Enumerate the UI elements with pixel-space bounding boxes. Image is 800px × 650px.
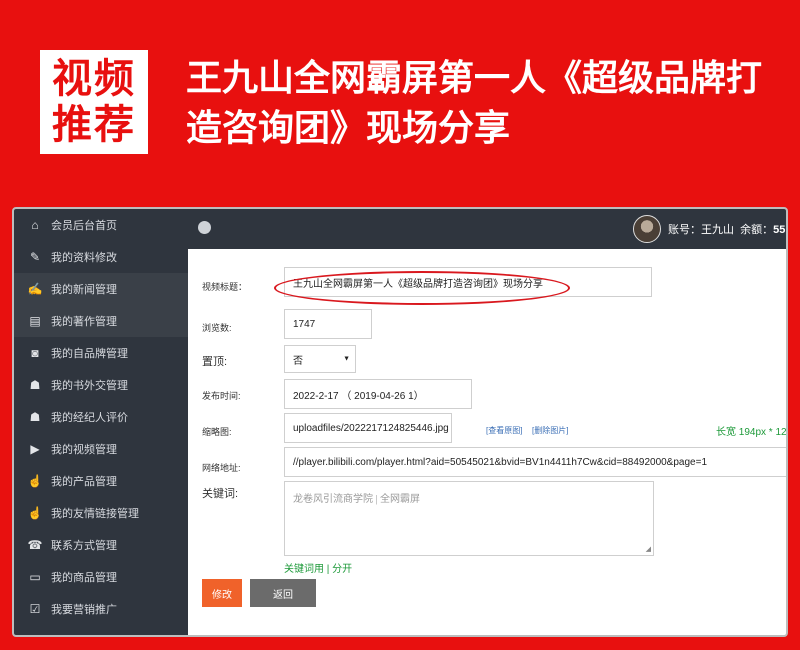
resize-handle-icon[interactable]: ◢	[646, 545, 651, 553]
handshake-icon: ☗	[29, 378, 41, 392]
url-label: 网络地址:	[202, 463, 241, 473]
sidebar-item-label: 我要营销推广	[51, 604, 117, 616]
delete-image-link[interactable]: [删除图片]	[532, 425, 568, 436]
account-label: 账号：	[668, 224, 701, 236]
news-icon: ✍	[27, 282, 43, 296]
keywords-textarea[interactable]: 龙卷风引流商学院 | 全网霸屏 ◢	[284, 481, 654, 556]
title-label: 视频标题：	[202, 282, 248, 292]
sidebar-item-books[interactable]: ▤ 我的著作管理	[14, 305, 188, 337]
view-image-link[interactable]: [查看原图]	[486, 425, 522, 436]
sidebar-item-label: 我的友情链接管理	[51, 508, 139, 520]
highlight-oval	[274, 271, 570, 305]
back-button[interactable]: 返回	[250, 579, 316, 607]
keywords-label: 关键词:	[202, 488, 239, 500]
sidebar-item-label: 我的资料修改	[51, 252, 117, 264]
sidebar-item-label: 联系方式管理	[51, 540, 117, 552]
chevron-down-icon: ▼	[343, 355, 350, 363]
home-icon: ⌂	[31, 218, 39, 232]
sidebar-item-news[interactable]: ✍ 我的新闻管理	[14, 273, 188, 305]
profile-edit-icon: ✎	[29, 250, 41, 264]
keywords-value: 龙卷风引流商学院 | 全网霸屏	[293, 494, 421, 505]
sidebar-item-label: 我的书外交管理	[51, 380, 128, 392]
top-bar: 账号：王九山 余额：55.00	[188, 209, 786, 249]
play-icon: ▶	[30, 442, 40, 456]
book-open-icon: ▭	[29, 570, 41, 584]
sidebar-item-label: 我的商品管理	[51, 572, 117, 584]
sidebar-item-links[interactable]: ☝ 我的友情链接管理	[14, 497, 188, 529]
sidebar-item-contact[interactable]: ☎ 联系方式管理	[14, 529, 188, 561]
keyword-hint: 关键词用 | 分开	[284, 564, 353, 575]
sidebar-item-label: 我的著作管理	[51, 316, 117, 328]
views-label: 浏览数:	[202, 323, 232, 333]
badge-line-2: 推荐	[52, 102, 136, 148]
sidebar: ⌂ 会员后台首页 ✎ 我的资料修改 ✍ 我的新闻管理 ▤ 我的著作管理 ◙ 我的…	[14, 209, 188, 635]
account-info: 账号：王九山 余额：55.00	[668, 221, 786, 237]
balance-label: 余额：	[740, 224, 774, 236]
top-select[interactable]: 否 ▼	[284, 345, 356, 373]
video-recommend-badge: 视频 推荐	[40, 50, 148, 154]
views-input[interactable]: 1747	[284, 309, 372, 339]
handshake-icon: ☗	[29, 410, 41, 424]
sidebar-item-home[interactable]: ⌂ 会员后台首页	[14, 209, 188, 241]
sidebar-item-label: 我的新闻管理	[51, 284, 117, 296]
save-button[interactable]: 修改	[202, 579, 242, 607]
hand-icon: ☝	[27, 474, 43, 488]
globe-icon[interactable]	[198, 221, 211, 234]
sidebar-item-label: 我的产品管理	[51, 476, 117, 488]
camera-icon: ◙	[31, 346, 39, 360]
badge-line-1: 视频	[52, 56, 136, 102]
balance-value: 55.00	[773, 224, 786, 236]
sidebar-item-label: 我的自品牌管理	[51, 348, 128, 360]
edit-form: 视频标题： 王九山全网霸屏第一人《超级品牌打造咨询团》现场分享 浏览数: 174…	[188, 249, 786, 635]
sidebar-item-label: 会员后台首页	[51, 220, 117, 232]
date-label: 发布时间:	[202, 391, 241, 401]
thumb-label: 缩略图:	[202, 427, 232, 437]
avatar[interactable]	[633, 215, 661, 243]
sidebar-item-agent-review[interactable]: ☗ 我的经纪人评价	[14, 401, 188, 433]
sidebar-item-product[interactable]: ☝ 我的产品管理	[14, 465, 188, 497]
sidebar-item-video[interactable]: ▶ 我的视频管理	[14, 433, 188, 465]
checkbox-icon: ☑	[29, 602, 41, 616]
sidebar-item-goods[interactable]: ▭ 我的商品管理	[14, 561, 188, 593]
date-input[interactable]: 2022-2-17 （ 2019-04-26 1）	[284, 379, 472, 409]
dimension-text: 长宽 194px * 12	[716, 427, 787, 438]
book-icon: ▤	[29, 314, 41, 328]
sidebar-item-label: 我的经纪人评价	[51, 412, 128, 424]
sidebar-item-marketing[interactable]: ☑ 我要营销推广	[14, 593, 188, 625]
admin-window: ⌂ 会员后台首页 ✎ 我的资料修改 ✍ 我的新闻管理 ▤ 我的著作管理 ◙ 我的…	[12, 207, 788, 637]
top-select-value: 否	[293, 355, 303, 367]
sidebar-item-brand[interactable]: ◙ 我的自品牌管理	[14, 337, 188, 369]
phone-icon: ☎	[27, 538, 43, 552]
top-label: 置顶:	[202, 356, 228, 368]
account-name: 王九山	[701, 224, 734, 236]
sidebar-item-label: 我的视频管理	[51, 444, 117, 456]
thumb-input[interactable]: uploadfiles/2022217124825446.jpg	[284, 413, 452, 443]
banner-headline: 王九山全网霸屏第一人《超级品牌打造咨询团》现场分享	[186, 58, 763, 149]
sidebar-item-diplomacy[interactable]: ☗ 我的书外交管理	[14, 369, 188, 401]
url-input[interactable]: //player.bilibili.com/player.html?aid=50…	[284, 447, 786, 477]
sidebar-item-profile[interactable]: ✎ 我的资料修改	[14, 241, 188, 273]
hand-icon: ☝	[27, 506, 43, 520]
